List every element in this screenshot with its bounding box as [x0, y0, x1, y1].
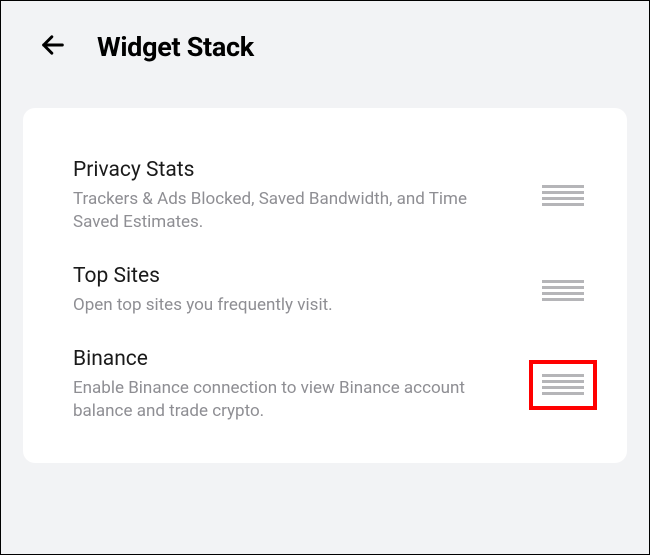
screen-container: Widget Stack Privacy Stats Trackers & Ad… [1, 1, 649, 554]
back-button[interactable] [39, 31, 67, 63]
page-title: Widget Stack [97, 31, 254, 63]
item-text-block: Binance Enable Binance connection to vie… [73, 347, 493, 423]
list-item: Top Sites Open top sites you frequently … [73, 264, 597, 347]
item-text-block: Top Sites Open top sites you frequently … [73, 264, 493, 317]
widget-list-card: Privacy Stats Trackers & Ads Blocked, Sa… [23, 108, 627, 463]
item-text-block: Privacy Stats Trackers & Ads Blocked, Sa… [73, 158, 493, 234]
header-bar: Widget Stack [1, 1, 649, 93]
item-title: Binance [73, 347, 493, 371]
drag-handle-icon[interactable] [542, 374, 584, 395]
item-subtitle: Trackers & Ads Blocked, Saved Bandwidth,… [73, 188, 493, 234]
drag-handle-icon[interactable] [542, 280, 584, 301]
item-title: Privacy Stats [73, 158, 493, 182]
item-subtitle: Open top sites you frequently visit. [73, 294, 493, 317]
list-item: Privacy Stats Trackers & Ads Blocked, Sa… [73, 158, 597, 264]
drag-handle-wrapper [529, 171, 597, 221]
drag-handle-wrapper [529, 265, 597, 315]
drag-handle-wrapper-highlighted [529, 360, 597, 410]
item-subtitle: Enable Binance connection to view Binanc… [73, 377, 493, 423]
arrow-left-icon [39, 31, 67, 63]
list-item: Binance Enable Binance connection to vie… [73, 347, 597, 423]
item-title: Top Sites [73, 264, 493, 288]
drag-handle-icon[interactable] [542, 185, 584, 206]
